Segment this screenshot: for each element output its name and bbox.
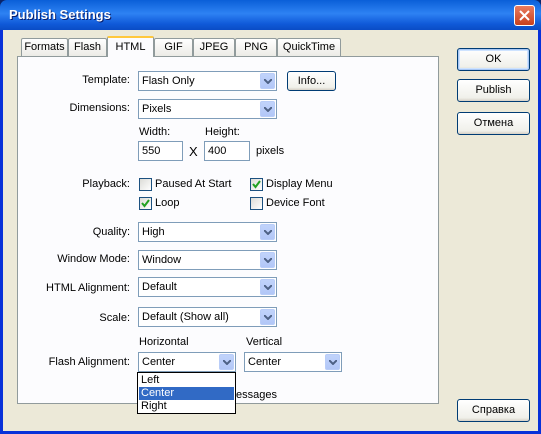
tab-gif[interactable]: GIF xyxy=(154,38,193,56)
chevron-down-icon xyxy=(260,309,275,325)
tab-quicktime[interactable]: QuickTime xyxy=(277,38,341,56)
window-mode-label: Window Mode: xyxy=(57,253,130,265)
template-select[interactable]: Flash Only xyxy=(138,71,277,91)
height-label: Height: xyxy=(205,126,240,138)
html-alignment-label: HTML Alignment: xyxy=(46,282,130,294)
tab-png[interactable]: PNG xyxy=(235,38,277,56)
loop-checkbox[interactable] xyxy=(139,197,152,210)
template-value: Flash Only xyxy=(142,75,195,87)
horizontal-alignment-dropdown-list: Left Center Right xyxy=(137,372,236,414)
html-alignment-value: Default xyxy=(142,281,177,293)
pixels-unit-label: pixels xyxy=(256,145,285,157)
cancel-button[interactable]: Отмена xyxy=(457,112,530,135)
chevron-down-icon xyxy=(260,73,275,89)
info-button[interactable]: Info... xyxy=(287,71,336,91)
chevron-down-icon xyxy=(260,101,275,117)
checkmark-icon xyxy=(252,180,261,189)
html-alignment-select[interactable]: Default xyxy=(138,277,277,297)
vertical-label: Vertical xyxy=(246,336,283,348)
vertical-alignment-select[interactable]: Center xyxy=(244,352,342,372)
template-label: Template: xyxy=(82,74,130,86)
loop-label: Loop xyxy=(155,197,180,209)
close-button[interactable] xyxy=(514,5,535,26)
window-mode-value: Window xyxy=(142,254,182,266)
width-input[interactable]: 550 xyxy=(138,141,183,161)
scale-label: Scale: xyxy=(99,312,130,324)
playback-label: Playback: xyxy=(82,178,130,190)
display-menu-checkbox[interactable] xyxy=(250,178,263,191)
chevron-down-icon xyxy=(325,354,340,370)
display-menu-label: Display Menu xyxy=(266,178,333,190)
dropdown-option-center[interactable]: Center xyxy=(139,387,234,400)
quality-select[interactable]: High xyxy=(138,222,277,242)
close-icon xyxy=(519,10,530,21)
ok-button[interactable]: OK xyxy=(457,48,530,71)
dimensions-select[interactable]: Pixels xyxy=(138,99,277,119)
quality-value: High xyxy=(142,226,165,238)
chevron-down-icon xyxy=(260,279,275,295)
scale-value: Default (Show all) xyxy=(142,311,229,323)
help-button[interactable]: Справка xyxy=(457,399,530,422)
tab-html[interactable]: HTML xyxy=(107,36,154,57)
vertical-alignment-value: Center xyxy=(248,356,282,368)
horizontal-alignment-select[interactable]: Center xyxy=(138,352,236,372)
scale-select[interactable]: Default (Show all) xyxy=(138,307,277,327)
paused-at-start-checkbox[interactable] xyxy=(139,178,152,191)
chevron-down-icon xyxy=(260,224,275,240)
quality-label: Quality: xyxy=(92,226,130,238)
dimensions-label: Dimensions: xyxy=(69,102,130,114)
paused-at-start-label: Paused At Start xyxy=(155,178,232,190)
tab-formats[interactable]: Formats xyxy=(21,38,68,56)
dimensions-value: Pixels xyxy=(142,103,172,115)
show-warning-messages-label: essages xyxy=(236,389,277,401)
horizontal-alignment-value: Center xyxy=(142,356,176,368)
window-title: Publish Settings xyxy=(9,7,111,22)
window-mode-select[interactable]: Window xyxy=(138,250,277,270)
width-value: 550 xyxy=(142,145,161,157)
flash-alignment-label: Flash Alignment: xyxy=(48,356,130,368)
height-input[interactable]: 400 xyxy=(204,141,250,161)
width-label: Width: xyxy=(139,126,171,138)
checkmark-icon xyxy=(141,199,150,208)
horizontal-label: Horizontal xyxy=(139,336,189,348)
chevron-down-icon xyxy=(260,252,275,268)
tab-jpeg[interactable]: JPEG xyxy=(193,38,235,56)
tab-flash[interactable]: Flash xyxy=(68,38,107,56)
title-bar[interactable]: Publish Settings xyxy=(0,0,541,30)
times-sign: X xyxy=(189,144,198,159)
height-value: 400 xyxy=(208,145,227,157)
publish-button[interactable]: Publish xyxy=(457,79,530,102)
dropdown-option-left[interactable]: Left xyxy=(139,374,234,387)
chevron-down-icon xyxy=(219,354,234,370)
dropdown-option-right[interactable]: Right xyxy=(139,400,234,413)
device-font-label: Device Font xyxy=(266,197,325,209)
device-font-checkbox[interactable] xyxy=(250,197,263,210)
